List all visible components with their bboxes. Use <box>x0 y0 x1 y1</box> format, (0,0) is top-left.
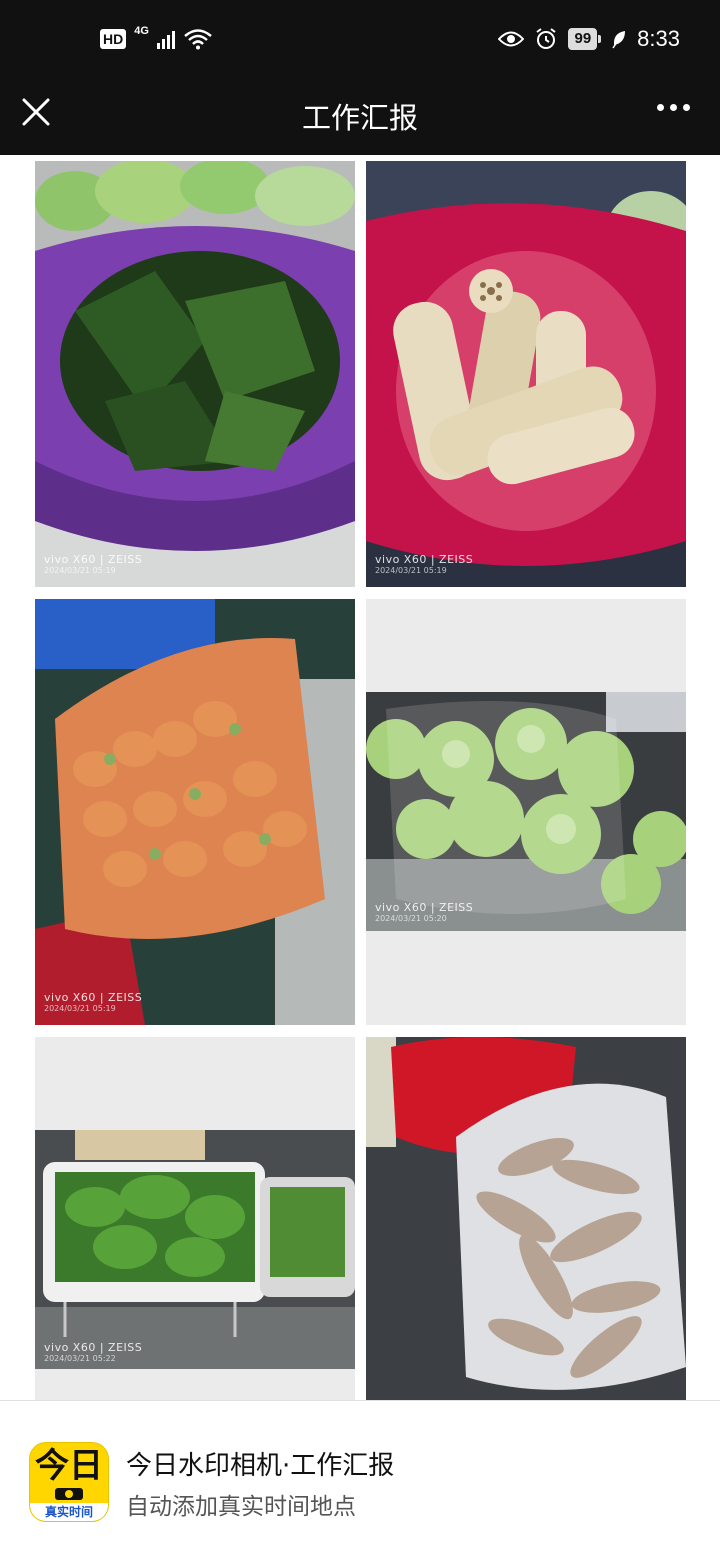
photo-grid: vivo X60 | ZEISS 2024/03/21 05:19 vivo X… <box>0 155 720 1400</box>
photo-watermark: vivo X60 | ZEISS 2024/03/21 05:20 <box>375 901 474 923</box>
more-icon[interactable] <box>657 104 690 111</box>
photo-cabbage[interactable]: vivo X60 | ZEISS 2024/03/21 05:20 <box>366 599 686 1025</box>
photo-watermark: vivo X60 | ZEISS 2024/03/21 05:19 <box>44 553 143 575</box>
leaf-icon <box>612 31 626 49</box>
photo-sweet-potatoes[interactable] <box>366 1037 686 1400</box>
network-type: 4G <box>134 25 149 37</box>
status-bar: HD 4G 99 8:33 <box>0 0 720 84</box>
camera-icon <box>55 1488 83 1500</box>
app-icon[interactable]: 今日 真实时间 <box>30 1443 108 1521</box>
wifi-icon <box>184 29 212 50</box>
photo-watermark: vivo X60 | ZEISS 2024/03/21 05:19 <box>375 553 474 575</box>
photo-carrots[interactable]: vivo X60 | ZEISS 2024/03/21 05:19 <box>35 599 355 1025</box>
alarm-icon <box>536 28 557 49</box>
banner-title: 今日水印相机·工作汇报 <box>126 1451 395 1481</box>
photo-greens[interactable]: vivo X60 | ZEISS 2024/03/21 05:22 <box>35 1037 355 1400</box>
app-promo-banner[interactable]: 今日 真实时间 今日水印相机·工作汇报 自动添加真实时间地点 <box>0 1400 720 1560</box>
app-icon-strip: 真实时间 <box>30 1503 108 1521</box>
banner-subtitle: 自动添加真实时间地点 <box>126 1494 356 1520</box>
photo-watermark: vivo X60 | ZEISS 2024/03/21 05:22 <box>44 1341 143 1363</box>
photo-seaweed[interactable]: vivo X60 | ZEISS 2024/03/21 05:19 <box>35 161 355 587</box>
photo-watermark: vivo X60 | ZEISS 2024/03/21 05:19 <box>44 991 143 1013</box>
clock: 8:33 <box>637 26 680 51</box>
page-title: 工作汇报 <box>301 101 418 135</box>
status-left: HD 4G <box>100 25 213 50</box>
hd-badge: HD <box>100 29 127 49</box>
nav-bar: 工作汇报 <box>0 84 720 155</box>
signal-icon <box>156 29 175 49</box>
app-icon-text: 今日 <box>35 1446 103 1486</box>
eye-icon <box>498 31 525 47</box>
photo-lotus-root[interactable]: vivo X60 | ZEISS 2024/03/21 05:19 <box>366 161 686 587</box>
battery-level: 99 <box>568 28 598 50</box>
battery-icon: 99 <box>568 28 602 50</box>
status-right: 99 8:33 <box>498 26 680 52</box>
